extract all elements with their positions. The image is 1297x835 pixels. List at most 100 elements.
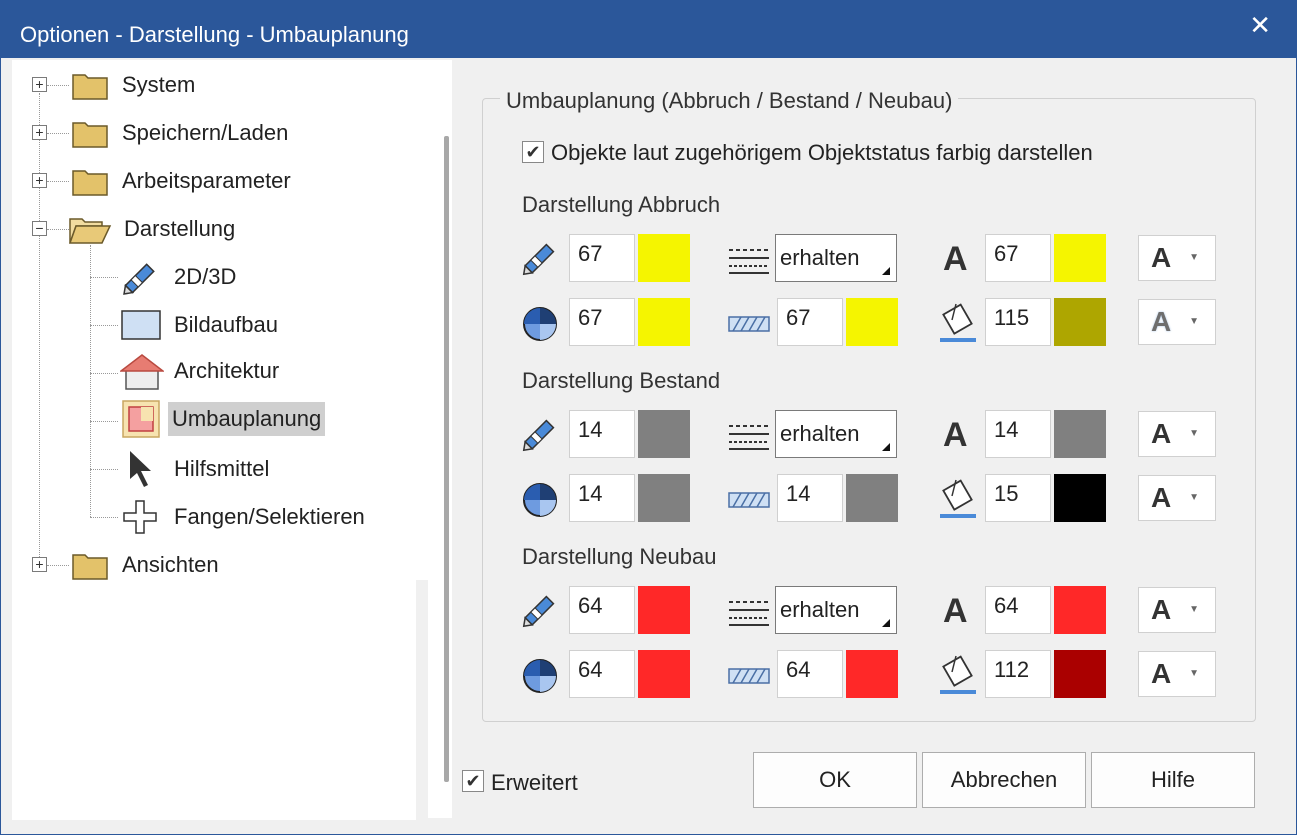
line-style-combo[interactable]: erhalten <box>775 586 897 634</box>
cancel-button[interactable]: Abbrechen <box>922 752 1086 808</box>
tree-expander-arbeitsparameter[interactable]: + <box>32 173 47 188</box>
hatch-color-swatch[interactable] <box>846 298 898 346</box>
text-a-icon: A <box>940 236 980 278</box>
fill-color-swatch[interactable] <box>638 474 690 522</box>
tree-item-system[interactable]: System <box>72 65 199 105</box>
dropdown-corner-icon <box>882 443 890 451</box>
groupbox-title: Umbauplanung (Abbruch / Bestand / Neubau… <box>500 88 959 114</box>
tree-item-label: Umbauplanung <box>168 402 326 436</box>
cursor-arrow-icon <box>130 451 151 487</box>
fill-color-swatch[interactable] <box>638 298 690 346</box>
fill-number-field[interactable]: 64 <box>569 650 635 698</box>
line-style-combo[interactable]: erhalten <box>775 410 897 458</box>
text-color-number-field[interactable]: 67 <box>985 234 1051 282</box>
tree-item-darstellung[interactable]: Darstellung <box>68 209 239 249</box>
line-style-combo-value: erhalten <box>780 245 860 270</box>
extended-checkbox-label: Erweitert <box>491 770 578 795</box>
fill-color-swatch[interactable] <box>638 650 690 698</box>
fill-pie-icon <box>520 656 560 696</box>
pen-color-swatch[interactable] <box>638 234 690 282</box>
bucket-color-swatch[interactable] <box>1054 298 1106 346</box>
font-outline-button[interactable]: A ▼ <box>1138 651 1216 697</box>
tree-item-speichern-laden[interactable]: Speichern/Laden <box>72 113 292 153</box>
svg-text:A: A <box>943 416 968 452</box>
fill-number-field[interactable]: 14 <box>569 474 635 522</box>
text-color-swatch[interactable] <box>1054 410 1106 458</box>
tree-item-hilfsmittel[interactable]: Hilfsmittel <box>120 449 273 489</box>
bucket-number-field[interactable]: 115 <box>985 298 1051 346</box>
tree-expander-ansichten[interactable]: + <box>32 557 47 572</box>
font-outline-button[interactable]: A ▼ <box>1138 299 1216 345</box>
tree-connector <box>90 517 118 518</box>
svg-text:A: A <box>943 592 968 628</box>
line-style-icon <box>727 594 769 634</box>
tree-item-umbauplanung[interactable]: Umbauplanung <box>120 399 326 439</box>
font-a-glyph: A <box>1151 658 1172 689</box>
close-icon[interactable]: ✕ <box>1249 10 1271 41</box>
pen-number-field[interactable]: 64 <box>569 586 635 634</box>
tree-expander-system[interactable]: + <box>32 77 47 92</box>
tree-expander-speichern[interactable]: + <box>32 125 47 140</box>
line-style-combo-value: erhalten <box>780 597 860 622</box>
bucket-color-swatch[interactable] <box>1054 650 1106 698</box>
font-a-glyph: A <box>1151 482 1172 513</box>
paint-bucket-icon <box>938 476 978 518</box>
bucket-color-swatch[interactable] <box>1054 474 1106 522</box>
tree-item-fangen-selektieren[interactable]: Fangen/Selektieren <box>120 497 369 537</box>
extended-checkbox[interactable]: ✔ <box>462 770 484 792</box>
font-style-button[interactable]: A ▼ <box>1138 235 1216 281</box>
tree-item-arbeitsparameter[interactable]: Arbeitsparameter <box>72 161 295 201</box>
font-a-glyph: A <box>1151 242 1172 273</box>
text-color-number-field[interactable]: 64 <box>985 586 1051 634</box>
bucket-number-field[interactable]: 112 <box>985 650 1051 698</box>
tree-item-architektur[interactable]: Architektur <box>120 351 283 391</box>
hatch-color-swatch[interactable] <box>846 650 898 698</box>
line-style-combo-value: erhalten <box>780 421 860 446</box>
tree-empty-area <box>12 580 428 820</box>
tree-expander-darstellung[interactable]: − <box>32 221 47 236</box>
hatch-number-field[interactable]: 67 <box>777 298 843 346</box>
pen-number-field[interactable]: 67 <box>569 234 635 282</box>
hatch-icon <box>727 666 770 706</box>
text-color-number-field[interactable]: 14 <box>985 410 1051 458</box>
tree-item-2d3d[interactable]: 2D/3D <box>120 257 240 297</box>
paint-bucket-icon <box>938 300 978 342</box>
text-color-swatch[interactable] <box>1054 586 1106 634</box>
hatch-number-field[interactable]: 64 <box>777 650 843 698</box>
hatch-icon <box>727 490 770 530</box>
pen-color-swatch[interactable] <box>638 410 690 458</box>
pencil-icon <box>520 414 560 454</box>
tree-connector <box>39 93 40 557</box>
line-style-icon <box>727 418 769 458</box>
line-style-combo[interactable]: erhalten <box>775 234 897 282</box>
bucket-number-field[interactable]: 15 <box>985 474 1051 522</box>
svg-text:A: A <box>943 240 968 276</box>
status-color-checkbox[interactable]: ✔ <box>522 141 544 163</box>
help-button[interactable]: Hilfe <box>1091 752 1255 808</box>
tree-item-label: System <box>122 72 196 97</box>
tree-scrollbar[interactable] <box>444 136 449 782</box>
text-color-swatch[interactable] <box>1054 234 1106 282</box>
title-bar: Optionen - Darstellung - Umbauplanung ✕ <box>0 0 1297 58</box>
tree-connector <box>47 229 69 230</box>
tree-item-label: Fangen/Selektieren <box>174 504 365 529</box>
pen-color-swatch[interactable] <box>638 586 690 634</box>
tree-item-bildaufbau[interactable]: Bildaufbau <box>120 305 282 345</box>
tree-connector <box>47 133 69 134</box>
tree-item-label: Darstellung <box>124 216 236 241</box>
tree-connector <box>90 373 118 374</box>
hatch-color-swatch[interactable] <box>846 474 898 522</box>
font-outline-button[interactable]: A ▼ <box>1138 475 1216 521</box>
renovation-icon <box>122 400 160 438</box>
ok-button[interactable]: OK <box>753 752 917 808</box>
hatch-number-field[interactable]: 14 <box>777 474 843 522</box>
tree-connector <box>90 469 118 470</box>
tree-item-ansichten[interactable]: Ansichten <box>72 545 223 585</box>
fill-number-field[interactable]: 67 <box>569 298 635 346</box>
pen-number-field[interactable]: 14 <box>569 410 635 458</box>
tree-connector <box>47 85 69 86</box>
font-style-button[interactable]: A ▼ <box>1138 411 1216 457</box>
pencil-icon <box>520 238 560 278</box>
font-style-button[interactable]: A ▼ <box>1138 587 1216 633</box>
tree-item-label: 2D/3D <box>174 264 237 289</box>
